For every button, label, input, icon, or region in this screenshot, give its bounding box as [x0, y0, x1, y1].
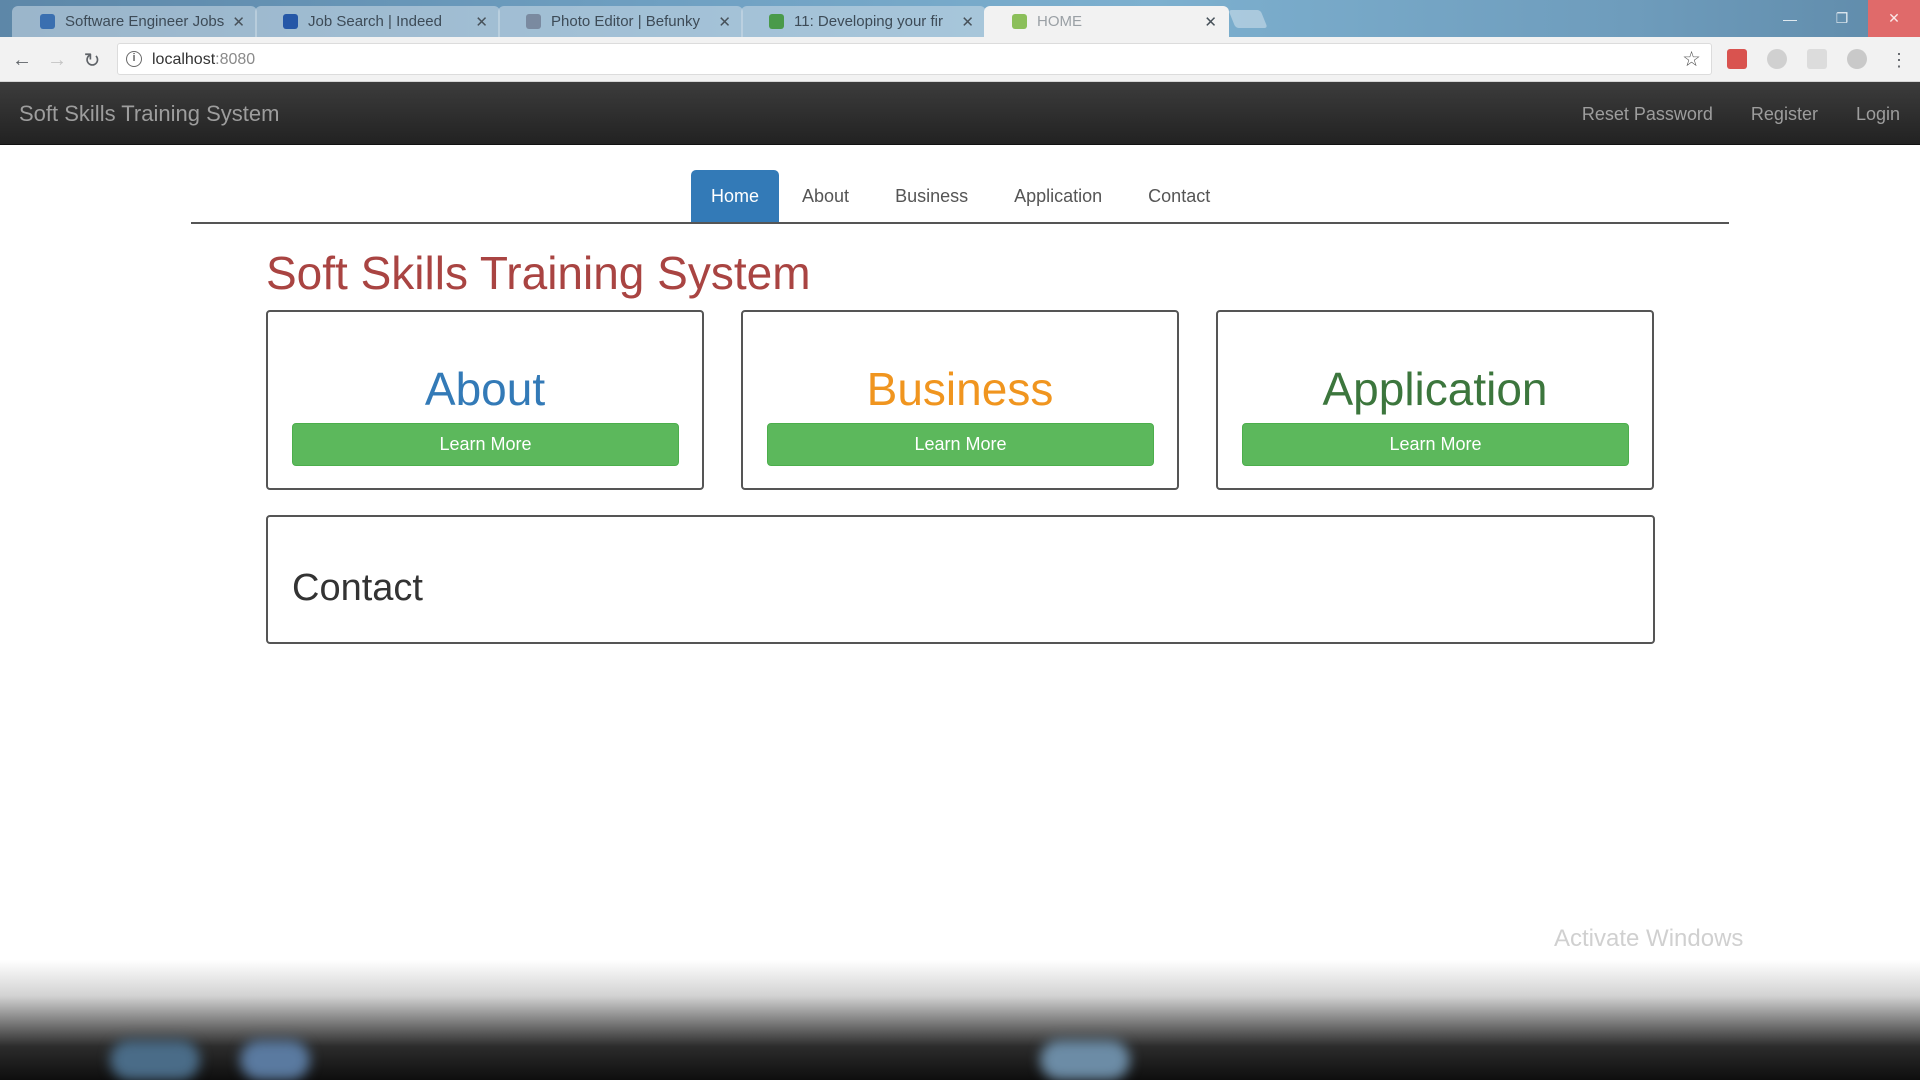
- tab-list: Home About Business Application Contact: [691, 170, 1233, 222]
- extension-pdf-icon[interactable]: [1727, 49, 1747, 69]
- url-text: localhost:8080: [152, 51, 255, 69]
- tab-title: Software Engineer Jobs: [65, 13, 225, 30]
- section-tabs: Home About Business Application Contact: [191, 170, 1729, 224]
- tab-title: 11: Developing your fir: [794, 13, 943, 30]
- page-title: Soft Skills Training System: [266, 247, 811, 299]
- activate-windows-watermark: Activate Windows: [1554, 925, 1744, 952]
- tab-favicon-icon: [40, 14, 55, 29]
- reload-icon[interactable]: ↻: [78, 46, 106, 74]
- browser-tab-strip: Software Engineer Jobs ✕ Job Search | In…: [0, 0, 1920, 37]
- extension-skype-icon[interactable]: [1847, 49, 1867, 69]
- browser-toolbar: ← → ↻ i localhost:8080 ☆ ⋮: [0, 37, 1920, 82]
- taskbar-app-icon: [110, 1040, 200, 1080]
- tab-close-icon[interactable]: ✕: [232, 13, 245, 31]
- tab-favicon-icon: [526, 14, 541, 29]
- blurred-taskbar: [0, 960, 1920, 1080]
- url-host: localhost: [152, 51, 216, 68]
- tab-home[interactable]: Home: [691, 170, 780, 222]
- site-info-icon[interactable]: i: [126, 51, 142, 67]
- browser-tab-active[interactable]: HOME ✕: [984, 6, 1229, 37]
- business-card: Business Learn More: [741, 310, 1179, 490]
- tab-title: Photo Editor | Befunky: [551, 13, 700, 30]
- register-link[interactable]: Register: [1751, 104, 1818, 125]
- forward-arrow-icon[interactable]: →: [43, 46, 71, 74]
- navbar-links: Reset Password Register Login: [1582, 104, 1900, 125]
- tab-about[interactable]: About: [779, 170, 872, 222]
- app-navbar: Soft Skills Training System Reset Passwo…: [0, 82, 1920, 145]
- url-port: :8080: [215, 51, 256, 68]
- taskbar-app-icon: [1040, 1040, 1130, 1080]
- tab-close-icon[interactable]: ✕: [961, 13, 974, 31]
- contact-panel: Contact: [266, 515, 1655, 644]
- application-card-title: Application: [1322, 363, 1548, 415]
- tab-contact[interactable]: Contact: [1125, 170, 1233, 222]
- extension-shield-icon[interactable]: [1767, 49, 1787, 69]
- address-bar[interactable]: i localhost:8080 ☆: [117, 43, 1712, 75]
- browser-tab[interactable]: Software Engineer Jobs ✕: [12, 6, 257, 37]
- application-learn-more-button[interactable]: Learn More: [1242, 423, 1629, 466]
- tab-close-icon[interactable]: ✕: [475, 13, 488, 31]
- navbar-brand[interactable]: Soft Skills Training System: [19, 101, 279, 127]
- tab-business[interactable]: Business: [872, 170, 991, 222]
- about-card: About Learn More: [266, 310, 704, 490]
- close-window-button[interactable]: ✕: [1868, 0, 1920, 37]
- login-link[interactable]: Login: [1856, 104, 1900, 125]
- bookmark-star-icon[interactable]: ☆: [1682, 47, 1701, 72]
- tab-title: HOME: [1037, 13, 1082, 30]
- application-card: Application Learn More: [1216, 310, 1654, 490]
- extension-grid-icon[interactable]: [1807, 49, 1827, 69]
- contact-panel-title: Contact: [292, 567, 423, 609]
- tab-favicon-icon: [283, 14, 298, 29]
- about-card-title: About: [424, 363, 546, 415]
- tab-application[interactable]: Application: [991, 170, 1125, 222]
- tab-favicon-icon: [769, 14, 784, 29]
- browser-tab[interactable]: Job Search | Indeed ✕: [255, 6, 500, 37]
- tab-close-icon[interactable]: ✕: [718, 13, 731, 31]
- taskbar-app-icon: [240, 1040, 310, 1080]
- reset-password-link[interactable]: Reset Password: [1582, 104, 1713, 125]
- window-controls: — ❐ ✕: [1764, 0, 1920, 37]
- browser-menu-icon[interactable]: ⋮: [1885, 46, 1913, 74]
- tab-favicon-icon: [1012, 14, 1027, 29]
- new-tab-button[interactable]: [1228, 10, 1268, 28]
- minimize-button[interactable]: —: [1764, 0, 1816, 37]
- business-card-title: Business: [866, 363, 1054, 415]
- tab-close-icon[interactable]: ✕: [1204, 13, 1217, 31]
- back-arrow-icon[interactable]: ←: [8, 46, 36, 74]
- business-learn-more-button[interactable]: Learn More: [767, 423, 1154, 466]
- browser-tab[interactable]: 11: Developing your fir ✕: [741, 6, 986, 37]
- about-learn-more-button[interactable]: Learn More: [292, 423, 679, 466]
- maximize-button[interactable]: ❐: [1816, 0, 1868, 37]
- browser-tab[interactable]: Photo Editor | Befunky ✕: [498, 6, 743, 37]
- tab-title: Job Search | Indeed: [308, 13, 442, 30]
